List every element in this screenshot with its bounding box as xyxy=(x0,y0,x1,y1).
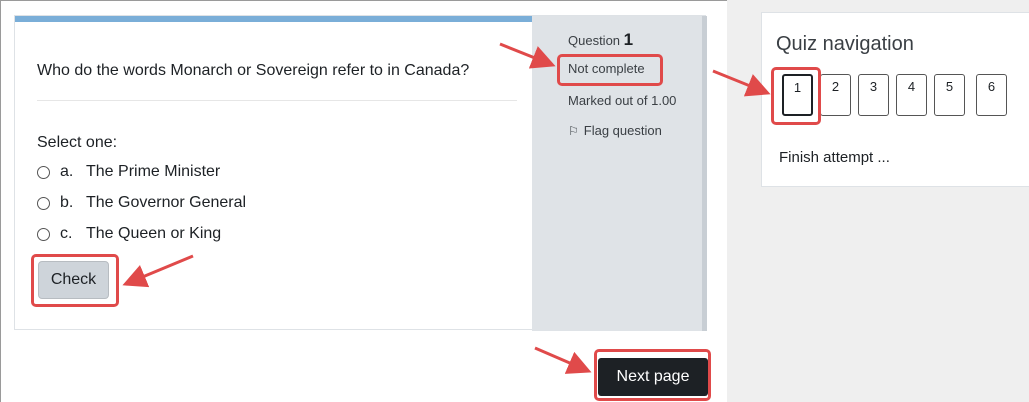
quiz-navigation-title: Quiz navigation xyxy=(776,33,914,55)
option-label-b[interactable]: The Governor General xyxy=(86,194,246,212)
question-header-strip xyxy=(15,16,532,22)
quiz-nav-button-2[interactable]: 2 xyxy=(820,74,851,116)
radio-button-a[interactable] xyxy=(37,165,50,179)
arrow-to-next-page xyxy=(534,346,592,374)
option-label-c[interactable]: The Queen or King xyxy=(86,225,221,243)
flag-question-label[interactable]: Flag question xyxy=(584,123,662,138)
radio-button-b[interactable] xyxy=(37,196,50,210)
question-number-label: Question 1 xyxy=(568,30,633,50)
state-highlight-box xyxy=(557,54,663,86)
question-divider xyxy=(37,100,517,101)
question-number: 1 xyxy=(623,30,634,49)
next-page-highlight-box xyxy=(594,349,711,401)
quiz-nav-button-5[interactable]: 5 xyxy=(934,74,965,116)
quiz-nav-button-4[interactable]: 4 xyxy=(896,74,927,116)
page-top-border xyxy=(0,0,727,1)
question-label: Question xyxy=(568,33,621,48)
select-one-label: Select one: xyxy=(37,134,118,151)
quiz-nav-button-6[interactable]: 6 xyxy=(976,74,1007,116)
finish-attempt-link[interactable]: Finish attempt ... xyxy=(779,149,890,166)
nav-button-highlight-box xyxy=(771,67,821,125)
option-letter-c: c. xyxy=(60,225,73,242)
option-letter-b: b. xyxy=(60,194,74,211)
option-letter-a: a. xyxy=(60,163,74,180)
answer-option-b[interactable]: b. The Governor General xyxy=(37,194,246,212)
check-highlight-box xyxy=(31,254,119,307)
quiz-nav-button-3[interactable]: 3 xyxy=(858,74,889,116)
option-label-a[interactable]: The Prime Minister xyxy=(86,163,220,181)
flag-icon: ⚐ xyxy=(568,124,579,138)
answer-option-c[interactable]: c. The Queen or King xyxy=(37,225,221,243)
page-left-border xyxy=(0,0,1,402)
marked-out-of: Marked out of 1.00 xyxy=(568,93,677,108)
answer-option-a[interactable]: a. The Prime Minister xyxy=(37,163,220,181)
flag-question-link[interactable]: ⚐ Flag question xyxy=(568,123,662,138)
radio-button-c[interactable] xyxy=(37,227,50,241)
question-text: Who do the words Monarch or Sovereign re… xyxy=(37,62,470,79)
